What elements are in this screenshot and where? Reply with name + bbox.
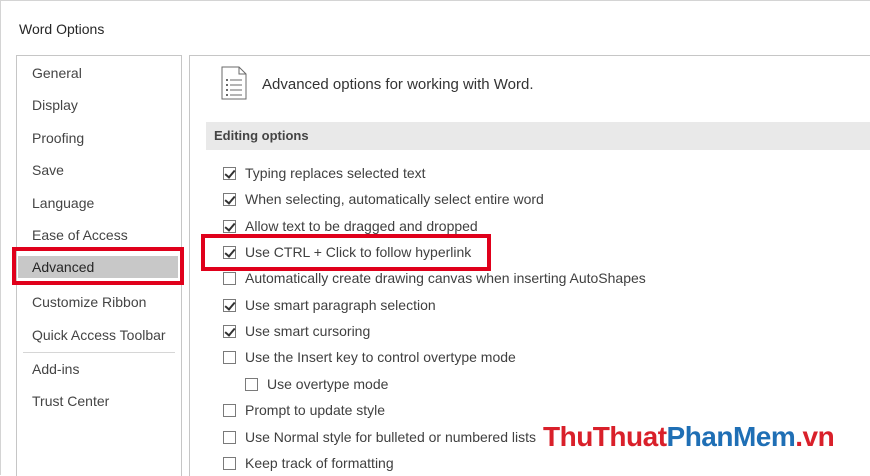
sidebar: General Display Proofing Save Language E…: [16, 55, 182, 476]
dialog-title: Word Options: [19, 21, 105, 37]
checkbox[interactable]: [223, 166, 236, 180]
option-smart-paragraph-selection[interactable]: Use smart paragraph selection: [223, 296, 436, 314]
document-options-icon: [221, 66, 247, 100]
option-label: Typing replaces selected text: [245, 165, 426, 181]
option-insert-key-overtype[interactable]: Use the Insert key to control overtype m…: [223, 348, 516, 366]
option-allow-drag-and-drop[interactable]: Allow text to be dragged and dropped: [223, 217, 478, 235]
option-smart-cursoring[interactable]: Use smart cursoring: [223, 322, 370, 340]
option-label: Prompt to update style: [245, 402, 386, 418]
option-prompt-update-style[interactable]: Prompt to update style: [223, 401, 385, 419]
editing-options-section-header: Editing options: [206, 122, 870, 150]
option-label: When selecting, automatically select ent…: [245, 191, 544, 207]
option-ctrl-click-follow-hyperlink[interactable]: Use CTRL + Click to follow hyperlink: [223, 243, 471, 261]
advanced-options-panel: Advanced options for working with Word. …: [189, 55, 870, 476]
checkbox[interactable]: [223, 324, 236, 338]
sidebar-item-general[interactable]: General: [32, 62, 82, 84]
option-auto-select-entire-word[interactable]: When selecting, automatically select ent…: [223, 190, 544, 208]
sidebar-item-ease-of-access[interactable]: Ease of Access: [32, 224, 128, 246]
option-auto-create-drawing-canvas[interactable]: Automatically create drawing canvas when…: [223, 269, 646, 287]
checkbox[interactable]: [245, 377, 258, 391]
sidebar-item-quick-access-toolbar[interactable]: Quick Access Toolbar: [32, 324, 166, 346]
sidebar-item-trust-center[interactable]: Trust Center: [32, 390, 109, 412]
option-label: Automatically create drawing canvas when…: [245, 270, 646, 286]
checkbox[interactable]: [223, 245, 236, 259]
checkbox[interactable]: [223, 456, 236, 470]
option-label: Keep track of formatting: [245, 455, 394, 471]
sidebar-item-customize-ribbon[interactable]: Customize Ribbon: [32, 291, 146, 313]
sidebar-item-advanced[interactable]: Advanced: [18, 256, 178, 278]
option-label: Allow text to be dragged and dropped: [245, 218, 478, 234]
word-options-dialog: Word Options General Display Proofing Sa…: [0, 0, 870, 476]
sidebar-item-proofing[interactable]: Proofing: [32, 127, 84, 149]
checkbox[interactable]: [223, 219, 236, 233]
option-label: Use Normal style for bulleted or numbere…: [245, 429, 537, 445]
option-normal-style-lists[interactable]: Use Normal style for bulleted or numbere…: [223, 428, 536, 446]
sidebar-item-display[interactable]: Display: [32, 94, 78, 116]
option-label: Use overtype mode: [267, 376, 389, 392]
option-label: Use CTRL + Click to follow hyperlink: [245, 244, 472, 260]
checkbox[interactable]: [223, 403, 236, 417]
checkbox[interactable]: [223, 298, 236, 312]
option-use-overtype-mode[interactable]: Use overtype mode: [245, 375, 388, 393]
option-label: Use smart paragraph selection: [245, 297, 436, 313]
watermark-logo: ThuThuatPhanMem.vn: [543, 421, 835, 452]
checkbox[interactable]: [223, 192, 236, 206]
panel-heading: Advanced options for working with Word.: [262, 76, 534, 93]
option-keep-track-formatting[interactable]: Keep track of formatting: [223, 454, 394, 472]
section-title: Editing options: [214, 128, 309, 143]
sidebar-item-language[interactable]: Language: [32, 192, 94, 214]
sidebar-item-add-ins[interactable]: Add-ins: [32, 358, 79, 380]
sidebar-item-save[interactable]: Save: [32, 159, 64, 181]
sidebar-divider: [23, 352, 175, 353]
option-typing-replaces-selected-text[interactable]: Typing replaces selected text: [223, 164, 426, 182]
checkbox[interactable]: [223, 350, 236, 364]
option-label: Use the Insert key to control overtype m…: [245, 349, 516, 365]
checkbox[interactable]: [223, 271, 236, 285]
checkbox[interactable]: [223, 430, 236, 444]
option-label: Use smart cursoring: [245, 323, 371, 339]
